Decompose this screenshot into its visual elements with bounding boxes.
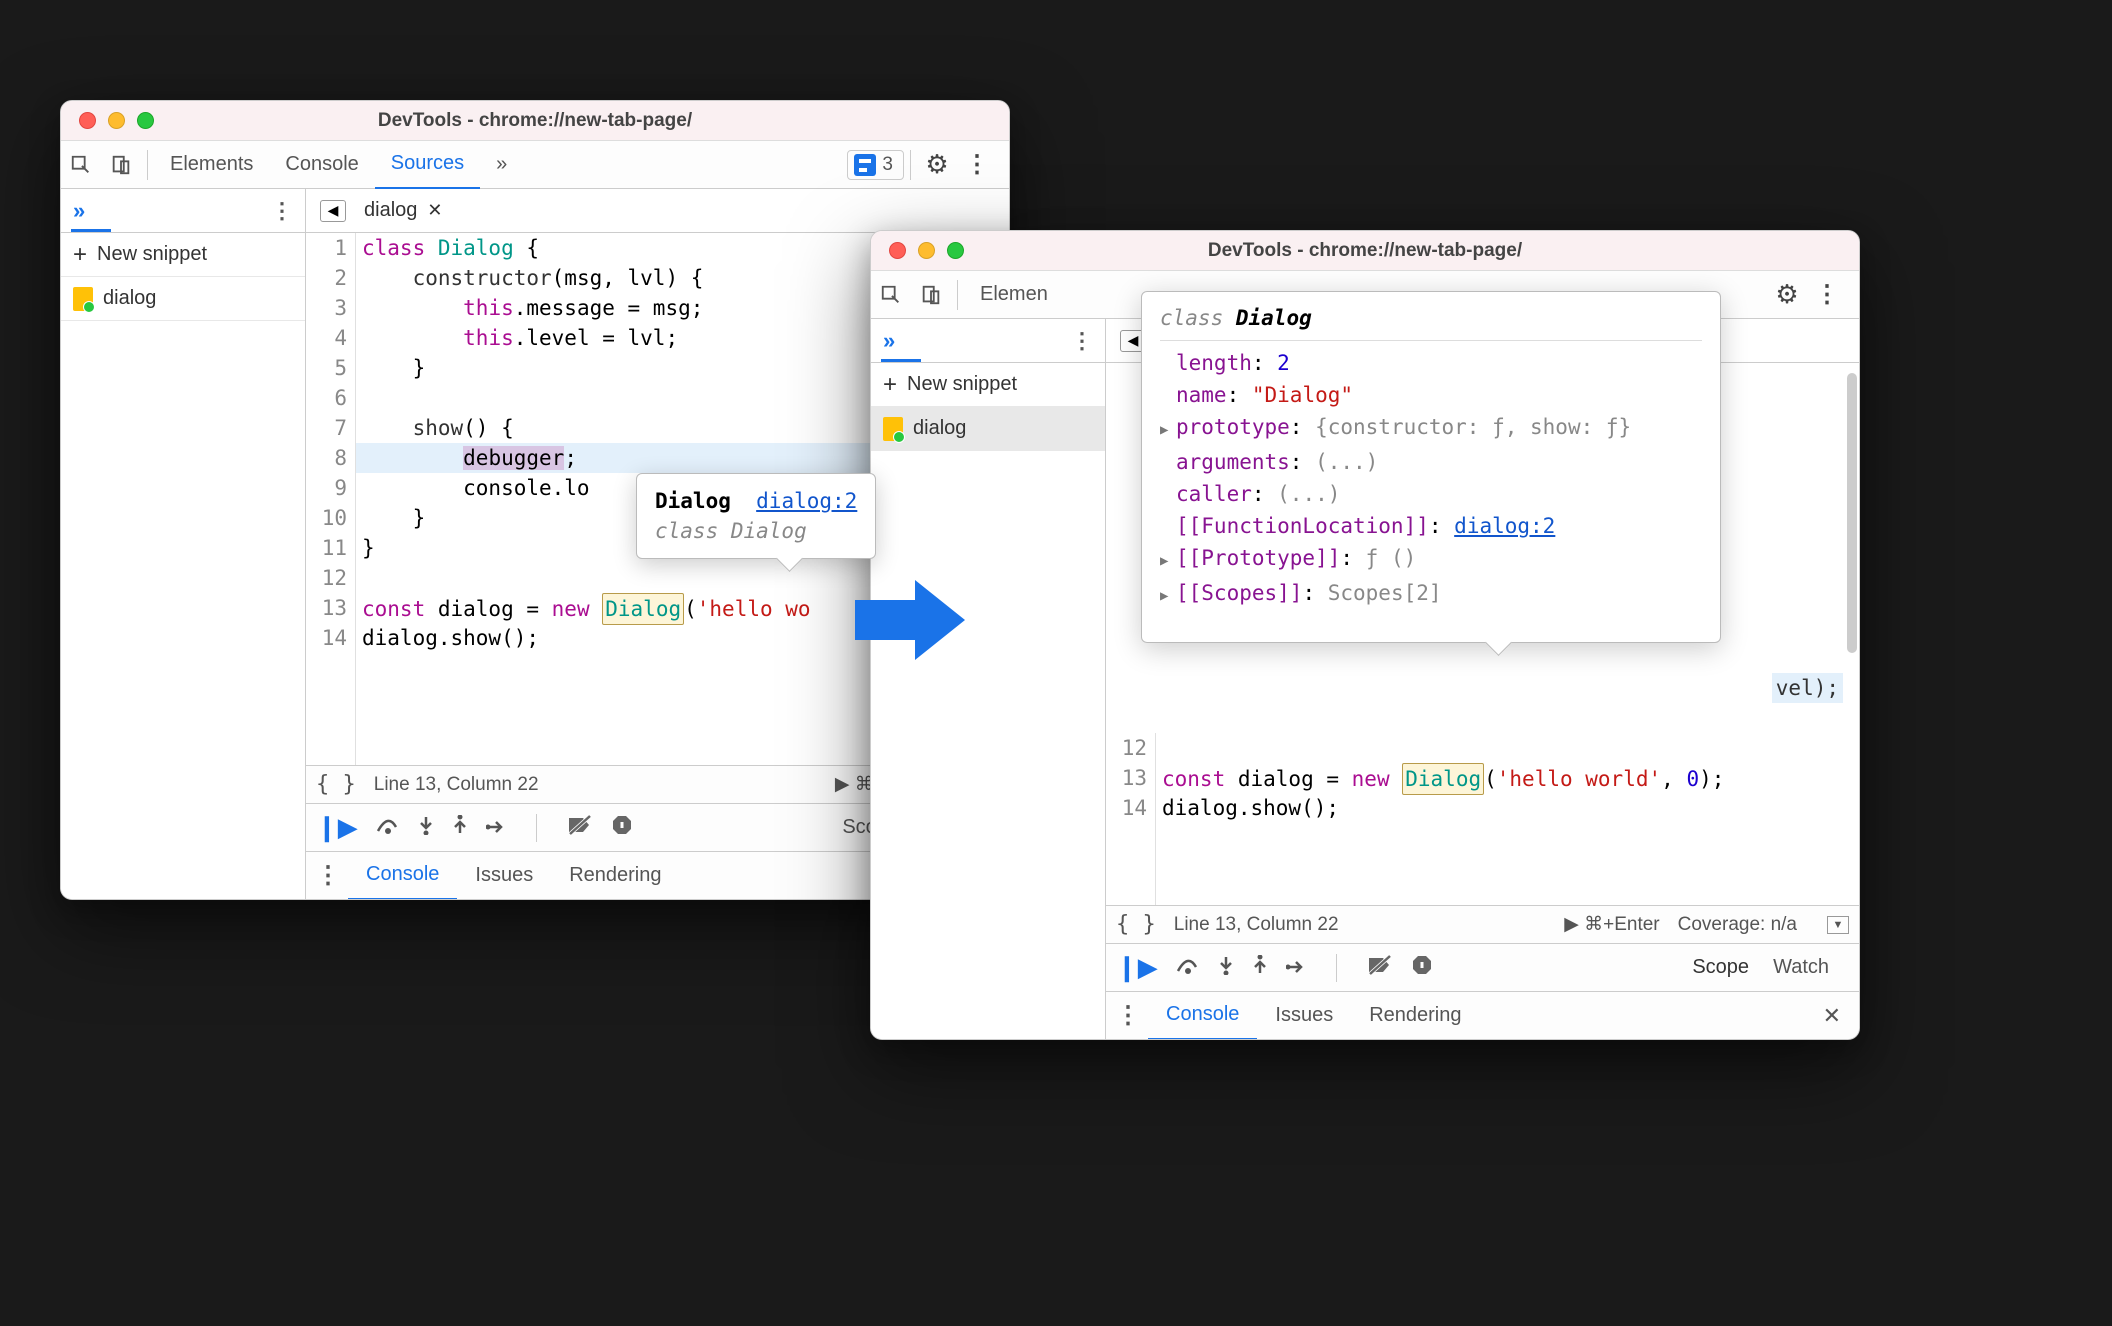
debug-tab-scope[interactable]: Scope [1692, 956, 1749, 994]
minimize-window-button[interactable] [918, 242, 935, 259]
traffic-lights [79, 112, 154, 129]
minimize-window-button[interactable] [108, 112, 125, 129]
snippet-file-icon [883, 417, 903, 441]
plus-icon: + [883, 371, 897, 399]
sidebar-tabs: » ⋮ [871, 319, 1105, 363]
resume-icon[interactable]: ❙▶ [1116, 952, 1158, 983]
drawer: ⋮ Console Issues Rendering ✕ [1106, 991, 1859, 1039]
close-window-button[interactable] [79, 112, 96, 129]
tabs-overflow-icon[interactable]: » [480, 141, 523, 188]
step-out-icon[interactable] [1252, 955, 1268, 981]
maximize-window-button[interactable] [137, 112, 154, 129]
devtools-window-2: DevTools - chrome://new-tab-page/ Elemen… [870, 230, 1860, 1040]
drawer-tab-console[interactable]: Console [348, 851, 457, 900]
sidebar-tabs-overflow-icon[interactable]: » [73, 198, 85, 224]
hover-tooltip-large: class class DialogDialog length: 2name: … [1141, 291, 1721, 643]
sidebar-tabs-overflow-icon[interactable]: » [883, 328, 895, 354]
main-toolbar: Elements Console Sources » 3 ⚙ ⋮ [61, 141, 1009, 189]
tooltip-source-link[interactable]: dialog:2 [756, 489, 857, 513]
editor-status-bar: { } Line 13, Column 22 ▶ ⌘+Enter Coverag… [1106, 905, 1859, 943]
step-icon[interactable] [486, 815, 506, 841]
sidebar-menu-icon[interactable]: ⋮ [271, 198, 293, 224]
drawer-menu-icon[interactable]: ⋮ [1116, 1001, 1140, 1030]
sidebar: » ⋮ + New snippet dialog [871, 319, 1106, 1039]
debugger-toolbar: ❙▶ Scope Watch [1106, 943, 1859, 991]
deactivate-breakpoints-icon[interactable] [1367, 954, 1393, 982]
tab-elements-truncated[interactable]: Elemen [964, 271, 1064, 318]
transition-arrow-icon [855, 580, 965, 665]
pretty-print-icon[interactable]: { } [1116, 912, 1156, 937]
step-into-icon[interactable] [1218, 955, 1234, 981]
drawer-tab-console[interactable]: Console [1148, 991, 1257, 1040]
titlebar: DevTools - chrome://new-tab-page/ [61, 101, 1009, 141]
overflow-menu-icon[interactable]: ⋮ [961, 149, 993, 181]
resume-icon[interactable]: ❙▶ [316, 812, 358, 843]
pause-exceptions-icon[interactable] [611, 814, 633, 842]
window-title: DevTools - chrome://new-tab-page/ [61, 110, 1009, 132]
inspect-icon[interactable] [65, 149, 97, 181]
overflow-menu-icon[interactable]: ⋮ [1811, 279, 1843, 311]
snippet-file-item[interactable]: dialog [61, 277, 305, 321]
settings-gear-icon[interactable]: ⚙ [921, 149, 953, 181]
drawer-tab-rendering[interactable]: Rendering [551, 852, 679, 899]
inspect-icon[interactable] [875, 279, 907, 311]
drawer-tab-rendering[interactable]: Rendering [1351, 992, 1479, 1039]
devtools-window-1: DevTools - chrome://new-tab-page/ Elemen… [60, 100, 1010, 900]
traffic-lights [889, 242, 964, 259]
tab-sources[interactable]: Sources [375, 140, 480, 190]
tab-console[interactable]: Console [269, 141, 374, 188]
plus-icon: + [73, 241, 87, 269]
issues-badge[interactable]: 3 [847, 150, 904, 180]
sidebar: » ⋮ + New snippet dialog [61, 189, 306, 899]
maximize-window-button[interactable] [947, 242, 964, 259]
titlebar: DevTools - chrome://new-tab-page/ [871, 231, 1859, 271]
run-snippet-button[interactable]: ▶ ⌘+Enter [1564, 913, 1659, 936]
new-snippet-button[interactable]: + New snippet [61, 233, 305, 277]
snippet-file-icon [73, 287, 93, 311]
sidebar-menu-icon[interactable]: ⋮ [1071, 328, 1093, 354]
drawer-menu-icon[interactable]: ⋮ [316, 861, 340, 890]
scrollbar-thumb[interactable] [1847, 373, 1857, 653]
drawer-tab-issues[interactable]: Issues [457, 852, 551, 899]
tab-elements[interactable]: Elements [154, 141, 269, 188]
close-drawer-icon[interactable]: ✕ [1823, 1003, 1849, 1029]
snippet-file-item[interactable]: dialog [871, 407, 1105, 451]
issues-icon [854, 154, 876, 176]
device-toggle-icon[interactable] [915, 279, 947, 311]
debug-tab-watch[interactable]: Watch [1773, 956, 1829, 980]
step-into-icon[interactable] [418, 815, 434, 841]
sidebar-tabs: » ⋮ [61, 189, 305, 233]
drawer-tab-issues[interactable]: Issues [1257, 992, 1351, 1039]
step-over-icon[interactable] [1176, 955, 1200, 981]
settings-gear-icon[interactable]: ⚙ [1771, 279, 1803, 311]
pause-exceptions-icon[interactable] [1411, 954, 1433, 982]
window-title: DevTools - chrome://new-tab-page/ [871, 240, 1859, 262]
cursor-position: Line 13, Column 22 [374, 774, 539, 796]
step-icon[interactable] [1286, 955, 1306, 981]
status-dropdown-icon[interactable]: ▼ [1827, 916, 1849, 934]
partial-line: vel); [1772, 673, 1843, 703]
coverage-label: Coverage: n/a [1678, 914, 1797, 936]
close-window-button[interactable] [889, 242, 906, 259]
file-tab-dialog[interactable]: dialog ✕ [356, 199, 450, 222]
device-toggle-icon[interactable] [105, 149, 137, 181]
pretty-print-icon[interactable]: { } [316, 772, 356, 797]
editor-tabs: ◀ dialog ✕ [306, 189, 1009, 233]
step-out-icon[interactable] [452, 815, 468, 841]
deactivate-breakpoints-icon[interactable] [567, 814, 593, 842]
cursor-position: Line 13, Column 22 [1174, 914, 1339, 936]
close-tab-icon[interactable]: ✕ [427, 200, 442, 221]
hover-tooltip-small: Dialog dialog:2 class Dialog [636, 473, 876, 559]
nav-back-icon[interactable]: ◀ [320, 200, 346, 222]
step-over-icon[interactable] [376, 815, 400, 841]
new-snippet-button[interactable]: + New snippet [871, 363, 1105, 407]
